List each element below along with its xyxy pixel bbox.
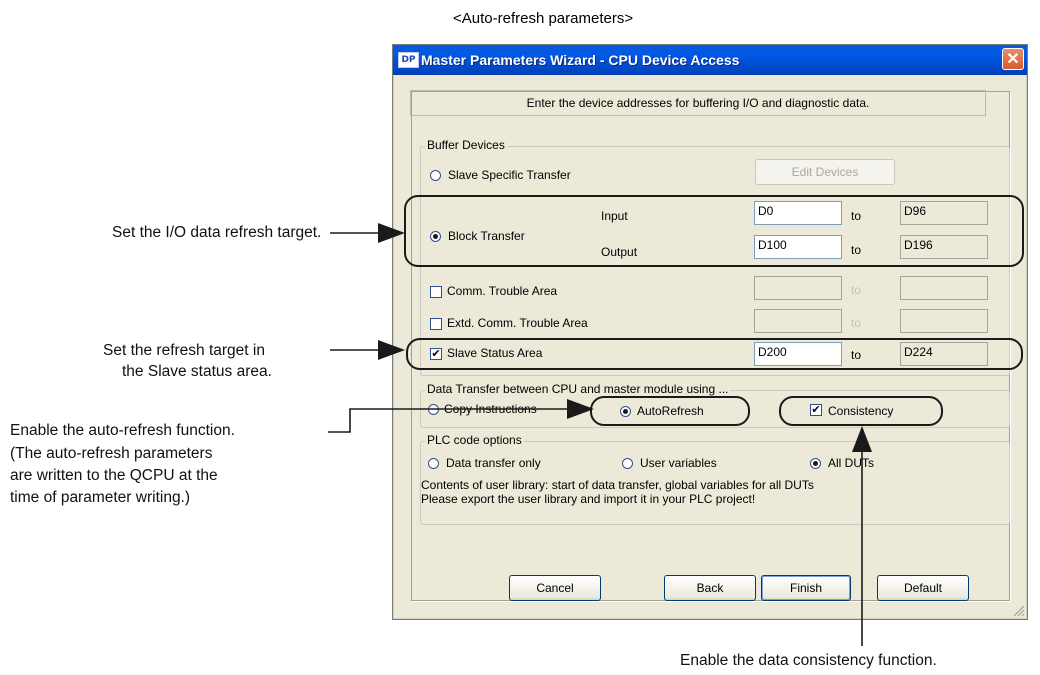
annotation-arrows [328, 223, 872, 646]
io-refresh-arrowhead [378, 223, 405, 243]
slave-status-arrowhead [378, 340, 405, 360]
autorefresh-arrowhead [567, 399, 594, 419]
consistency-arrowhead [852, 426, 872, 452]
autorefresh-arrow-line [328, 408, 570, 433]
